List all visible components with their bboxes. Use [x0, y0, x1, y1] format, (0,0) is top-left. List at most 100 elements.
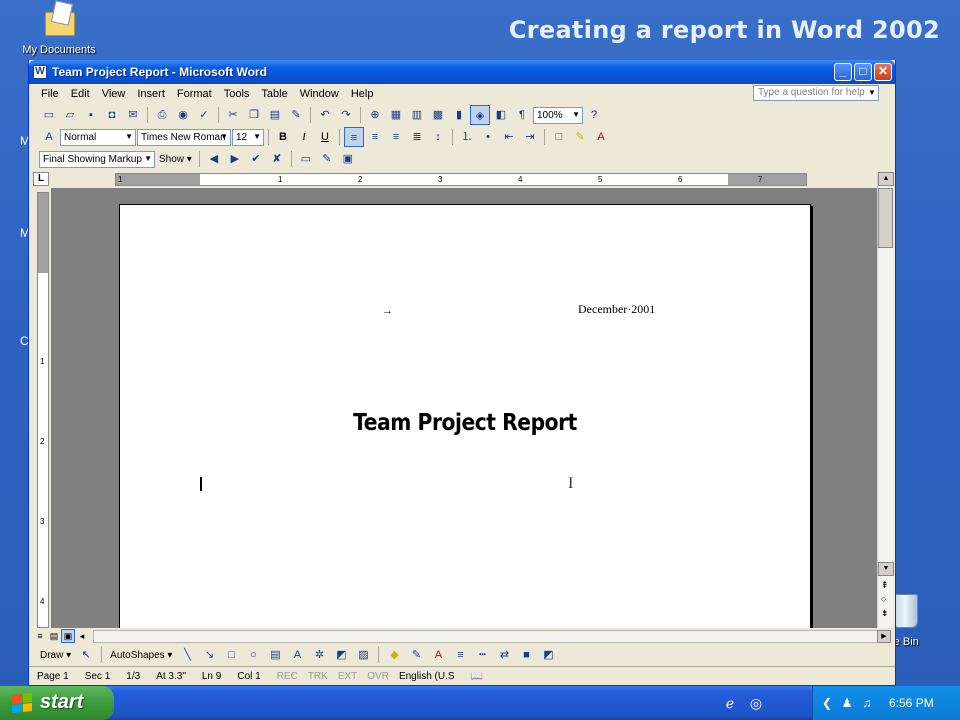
status-language[interactable]: English (U.S	[399, 671, 455, 682]
font-select[interactable]: Times New Roman ▼	[137, 128, 231, 146]
status-ovr[interactable]: OVR	[367, 671, 389, 682]
picture-icon[interactable]: ▨	[353, 645, 373, 665]
select-browse-object-icon[interactable]: ○	[881, 594, 886, 604]
reject-change-icon[interactable]: ✘	[267, 149, 287, 169]
new-document-icon[interactable]: ▭	[39, 105, 59, 125]
hyperlink-icon[interactable]: ⊕	[365, 105, 385, 125]
menu-file[interactable]: File	[41, 88, 59, 100]
decrease-indent-icon[interactable]: ⇤	[499, 127, 519, 147]
3d-icon[interactable]: ◩	[538, 645, 558, 665]
menu-view[interactable]: View	[102, 88, 126, 100]
paste-icon[interactable]: ▤	[265, 105, 285, 125]
minimize-button[interactable]: _	[834, 63, 852, 81]
menu-edit[interactable]: Edit	[71, 88, 90, 100]
select-objects-icon[interactable]: ↖	[76, 645, 96, 665]
line-color-icon[interactable]: ✎	[406, 645, 426, 665]
border-icon[interactable]: □	[549, 127, 569, 147]
document-page[interactable]: → December·2001 Team Project Report I	[119, 204, 811, 628]
insert-excel-icon[interactable]: ▩	[428, 105, 448, 125]
document-date[interactable]: December·2001	[578, 302, 655, 317]
arrow-style-icon[interactable]: ⇄	[494, 645, 514, 665]
menu-insert[interactable]: Insert	[137, 88, 165, 100]
autoshapes-menu-button[interactable]: AutoShapes ▾	[107, 650, 175, 661]
status-trk[interactable]: TRK	[308, 671, 328, 682]
rectangle-icon[interactable]: □	[221, 645, 241, 665]
justify-icon[interactable]: ≣	[407, 127, 427, 147]
messenger-icon[interactable]: ♟	[839, 695, 855, 711]
document-title[interactable]: Team Project Report	[161, 410, 768, 436]
align-left-icon[interactable]: ≡	[344, 127, 364, 147]
help-icon[interactable]: ?	[584, 105, 604, 125]
status-rec[interactable]: REC	[277, 671, 298, 682]
format-painter-icon[interactable]: ✎	[286, 105, 306, 125]
oval-icon[interactable]: ○	[243, 645, 263, 665]
line-spacing-icon[interactable]: ↕	[428, 127, 448, 147]
word-app-icon[interactable]: W	[33, 65, 47, 79]
menu-help[interactable]: Help	[351, 88, 374, 100]
fill-color-icon[interactable]: ◆	[384, 645, 404, 665]
menu-tools[interactable]: Tools	[224, 88, 250, 100]
status-ext[interactable]: EXT	[338, 671, 357, 682]
print-icon[interactable]: ⎙	[152, 105, 172, 125]
close-button[interactable]: ✕	[874, 63, 892, 81]
dash-style-icon[interactable]: ┅	[472, 645, 492, 665]
text-box-icon[interactable]: ▤	[265, 645, 285, 665]
help-question-input[interactable]: Type a question for help ▼	[753, 85, 879, 101]
font-color-icon[interactable]: A	[591, 127, 611, 147]
copy-icon[interactable]: ❐	[244, 105, 264, 125]
desktop-icon-my-documents[interactable]: My Documents	[14, 0, 104, 56]
cut-icon[interactable]: ✂	[223, 105, 243, 125]
insert-table-icon[interactable]: ▥	[407, 105, 427, 125]
outline-view-icon[interactable]: ◂	[75, 629, 89, 643]
redo-icon[interactable]: ↷	[336, 105, 356, 125]
next-page-icon[interactable]: ⇟	[881, 608, 889, 619]
font-size-select[interactable]: 12 ▼	[232, 128, 264, 146]
spelling-icon[interactable]: ✓	[194, 105, 214, 125]
title-bar[interactable]: W Team Project Report - Microsoft Word _…	[29, 60, 895, 84]
print-preview-icon[interactable]: ◉	[173, 105, 193, 125]
chevron-down-icon[interactable]: ▼	[867, 87, 877, 99]
normal-view-icon[interactable]: ≡	[33, 629, 47, 643]
show-menu-button[interactable]: Show ▾	[156, 154, 195, 165]
horizontal-scrollbar[interactable]	[93, 630, 879, 643]
diagram-icon[interactable]: ✲	[309, 645, 329, 665]
horizontal-ruler[interactable]: 1 1 2 3 4 5 6 7	[115, 173, 807, 186]
markup-display-select[interactable]: Final Showing Markup ▼	[39, 150, 155, 168]
email-icon[interactable]: ✉	[123, 105, 143, 125]
zoom-select[interactable]: 100% ▼	[533, 106, 583, 124]
vertical-scrollbar[interactable]: ▲ ▼ ⇞ ○ ⇟	[877, 172, 894, 628]
menu-format[interactable]: Format	[177, 88, 212, 100]
maximize-button[interactable]: □	[854, 63, 872, 81]
underline-icon[interactable]: U	[315, 127, 335, 147]
menu-table[interactable]: Table	[261, 88, 287, 100]
scroll-down-icon[interactable]: ▼	[878, 562, 894, 576]
style-select[interactable]: Normal ▼	[60, 128, 136, 146]
styles-icon[interactable]: A	[39, 127, 59, 147]
line-style-icon[interactable]: ≡	[450, 645, 470, 665]
accept-change-icon[interactable]: ✔	[246, 149, 266, 169]
start-button[interactable]: start	[0, 686, 114, 720]
increase-indent-icon[interactable]: ⇥	[520, 127, 540, 147]
insert-comment-icon[interactable]: ▭	[296, 149, 316, 169]
chevron-left-icon[interactable]: ❮	[819, 695, 835, 711]
scroll-up-icon[interactable]: ▲	[878, 172, 894, 186]
print-layout-icon[interactable]: ▣	[61, 629, 75, 643]
spelling-status-icon[interactable]: 📖	[471, 671, 483, 682]
scroll-thumb[interactable]	[878, 188, 893, 248]
volume-icon[interactable]: ♫	[859, 695, 875, 711]
scroll-right-icon[interactable]: ▶	[877, 630, 891, 643]
undo-icon[interactable]: ↶	[315, 105, 335, 125]
bullets-icon[interactable]: •	[478, 127, 498, 147]
outlook-express-icon[interactable]: ◎	[746, 693, 766, 713]
document-area[interactable]: → December·2001 Team Project Report I	[51, 188, 877, 628]
draw-font-color-icon[interactable]: A	[428, 645, 448, 665]
previous-page-icon[interactable]: ⇞	[881, 580, 889, 591]
wordart-icon[interactable]: A	[287, 645, 307, 665]
vertical-ruler[interactable]: 1 2 3 4	[37, 192, 49, 628]
open-folder-icon[interactable]: ▱	[60, 105, 80, 125]
bold-icon[interactable]: B	[273, 127, 293, 147]
next-change-icon[interactable]: ▶	[225, 149, 245, 169]
menu-window[interactable]: Window	[300, 88, 339, 100]
reviewing-pane-icon[interactable]: ▣	[338, 149, 358, 169]
web-layout-icon[interactable]: ▤	[47, 629, 61, 643]
